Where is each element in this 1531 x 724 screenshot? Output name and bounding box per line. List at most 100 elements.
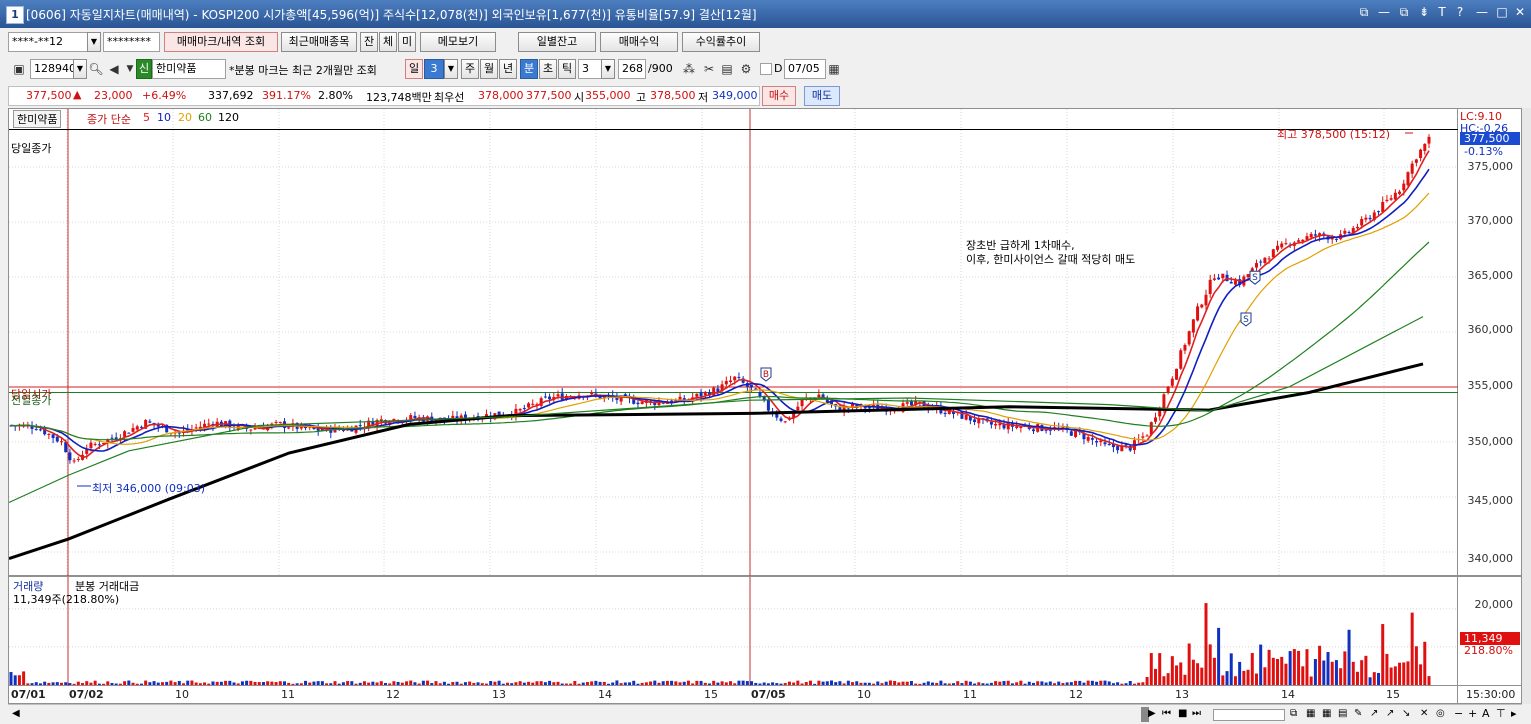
memo-note[interactable]: 장초반 급하게 1차매수, 이후, 한미사이언스 갈때 적당히 매도 bbox=[964, 235, 1182, 267]
period-month[interactable]: 월 bbox=[480, 59, 498, 79]
volume-bar bbox=[1082, 682, 1086, 685]
volume-bar bbox=[1208, 644, 1212, 685]
period-day-dropdown[interactable]: ▼ bbox=[444, 59, 458, 79]
volume-bar bbox=[1305, 649, 1309, 685]
expand-icon[interactable]: ▸ bbox=[1511, 707, 1517, 720]
tool-icon-7[interactable]: ↗ bbox=[1386, 708, 1394, 719]
period-day[interactable]: 일 bbox=[405, 59, 423, 79]
candle-body bbox=[1103, 442, 1107, 445]
chart-scrollbar[interactable]: ◀ ▶ ⏮ ■ ⏭ ⧉ ▦ ▦ ▤ ✎ ↗ ↗ ↘ ✕ ◎ − + A ⊤ ▸ bbox=[8, 704, 1522, 724]
balance-button[interactable]: 잔 bbox=[360, 32, 378, 52]
volume-bar bbox=[863, 682, 867, 685]
executed-button[interactable]: 체 bbox=[379, 32, 397, 52]
volume-bar bbox=[9, 672, 13, 685]
tool-icon-5[interactable]: ✎ bbox=[1354, 708, 1362, 719]
account-field[interactable]: ****-**12 bbox=[8, 32, 88, 52]
volume-bar bbox=[644, 682, 648, 685]
buy-button[interactable]: 매수 bbox=[762, 86, 796, 106]
collapse-icon[interactable]: ⊤ bbox=[1496, 707, 1506, 720]
volume-bar bbox=[43, 681, 47, 685]
unexecuted-button[interactable]: 미 bbox=[398, 32, 416, 52]
stock-code-field[interactable]: 128940 bbox=[30, 59, 76, 79]
restore-icon[interactable]: ⧉ bbox=[1356, 5, 1372, 20]
vertical-scrollbar[interactable] bbox=[1522, 108, 1531, 704]
account-dropdown[interactable]: ▼ bbox=[87, 32, 101, 52]
period-day-count[interactable]: 3 bbox=[424, 59, 444, 79]
period-week[interactable]: 주 bbox=[461, 59, 479, 79]
volume-axis[interactable]: 20,000 11,349 218.80% bbox=[1458, 576, 1522, 686]
high-price: 378,500 bbox=[650, 89, 696, 102]
tool-icon-3[interactable]: ▦ bbox=[1322, 708, 1331, 719]
count-field[interactable]: 268 bbox=[618, 59, 646, 79]
volume-bar bbox=[935, 682, 939, 685]
recent-trades-button[interactable]: 최근매매종목 bbox=[281, 32, 357, 52]
volume-bar bbox=[1225, 671, 1229, 685]
candle-body bbox=[1309, 233, 1313, 238]
tile-icon[interactable]: ⧉ bbox=[1396, 5, 1412, 20]
volume-bar bbox=[1153, 668, 1157, 685]
minimize-small-icon[interactable]: — bbox=[1376, 5, 1392, 19]
period-second[interactable]: 초 bbox=[539, 59, 557, 79]
minimize-icon[interactable]: — bbox=[1474, 5, 1490, 19]
rewind-icon[interactable]: ⏮ bbox=[1162, 708, 1171, 719]
tool-icon-4[interactable]: ▤ bbox=[1338, 708, 1347, 719]
stop-icon[interactable]: ■ bbox=[1178, 708, 1187, 719]
memo-button[interactable]: 메모보기 bbox=[420, 32, 496, 52]
font-icon[interactable]: T bbox=[1434, 5, 1450, 19]
save-icon[interactable]: ▤ bbox=[718, 59, 736, 79]
zoom-in-icon[interactable]: + bbox=[1468, 707, 1477, 720]
return-trend-button[interactable]: 수익률추이 bbox=[682, 32, 760, 52]
price-chart[interactable]: BSS 한미약품 종가 단순 5 10 20 60 120 당일종가 당일시가 … bbox=[8, 108, 1459, 577]
volume-bar bbox=[135, 683, 139, 685]
eraser-icon[interactable]: ✕ bbox=[1420, 708, 1428, 719]
volume-chart[interactable]: 거래량 분봉 거래대금 11,349주(218.80%) bbox=[8, 576, 1459, 687]
sell-button[interactable]: 매도 bbox=[804, 86, 840, 106]
interval-field[interactable]: 3 bbox=[578, 59, 602, 79]
forward-icon[interactable]: ⏭ bbox=[1192, 708, 1201, 719]
tool-icon-1[interactable]: ⧉ bbox=[1290, 708, 1297, 719]
calendar-icon[interactable]: ▦ bbox=[825, 59, 843, 79]
search-icon[interactable]: 🔍︎ bbox=[87, 59, 105, 79]
volume-bar bbox=[880, 683, 884, 685]
tools-icon[interactable]: ✂ bbox=[700, 59, 718, 79]
candle-body bbox=[131, 428, 135, 432]
x-tick-12a: 12 bbox=[386, 688, 400, 701]
period-tick[interactable]: 틱 bbox=[558, 59, 576, 79]
candle-body bbox=[590, 392, 594, 395]
stock-code-dropdown[interactable]: ▼ bbox=[73, 59, 87, 79]
help-icon[interactable]: ? bbox=[1452, 5, 1468, 19]
tool-icon-2[interactable]: ▦ bbox=[1306, 708, 1315, 719]
interval-dropdown[interactable]: ▼ bbox=[601, 59, 615, 79]
period-minute[interactable]: 분 bbox=[520, 59, 538, 79]
volume-bar bbox=[480, 683, 484, 685]
pin-icon[interactable]: ⇟ bbox=[1416, 5, 1432, 19]
scroll-left-icon[interactable]: ◀ bbox=[12, 708, 20, 719]
tool-icon-6[interactable]: ↗ bbox=[1370, 708, 1378, 719]
date-field[interactable]: 07/05 bbox=[784, 59, 826, 79]
volume-bar bbox=[1006, 680, 1010, 685]
period-year[interactable]: 년 bbox=[499, 59, 517, 79]
daily-balance-button[interactable]: 일별잔고 bbox=[518, 32, 596, 52]
price-axis[interactable]: LC:9.10 HC:-0.26 377,500 -0.13% 375,000 … bbox=[1458, 108, 1522, 576]
tool-icon-8[interactable]: ↘ bbox=[1402, 708, 1410, 719]
volume-bar bbox=[573, 680, 577, 685]
magnifier-icon[interactable]: ◎ bbox=[1436, 708, 1445, 719]
layout-icon[interactable]: ▣ bbox=[10, 59, 28, 79]
close-icon[interactable]: ✕ bbox=[1512, 5, 1528, 19]
query-marks-button[interactable]: 매매마크/내역 조회 bbox=[164, 32, 278, 52]
text-tool-icon[interactable]: A bbox=[1482, 707, 1490, 720]
volume-bar bbox=[653, 680, 657, 685]
candle-body bbox=[47, 433, 51, 435]
password-field[interactable]: ******** bbox=[103, 32, 160, 52]
zoom-out-icon[interactable]: − bbox=[1454, 707, 1463, 720]
candle-body bbox=[1116, 446, 1120, 451]
zoom-slider[interactable] bbox=[1213, 709, 1285, 721]
volume-bar bbox=[341, 682, 345, 685]
volume-bar bbox=[943, 683, 947, 685]
chart-settings-icon[interactable]: ⁂ bbox=[680, 59, 698, 79]
trade-profit-button[interactable]: 매매수익 bbox=[600, 32, 678, 52]
play-icon[interactable]: ▶ bbox=[1148, 708, 1156, 719]
gear-icon[interactable]: ⚙ bbox=[737, 59, 755, 79]
maximize-icon[interactable]: □ bbox=[1494, 5, 1510, 19]
d-checkbox[interactable] bbox=[760, 63, 772, 75]
